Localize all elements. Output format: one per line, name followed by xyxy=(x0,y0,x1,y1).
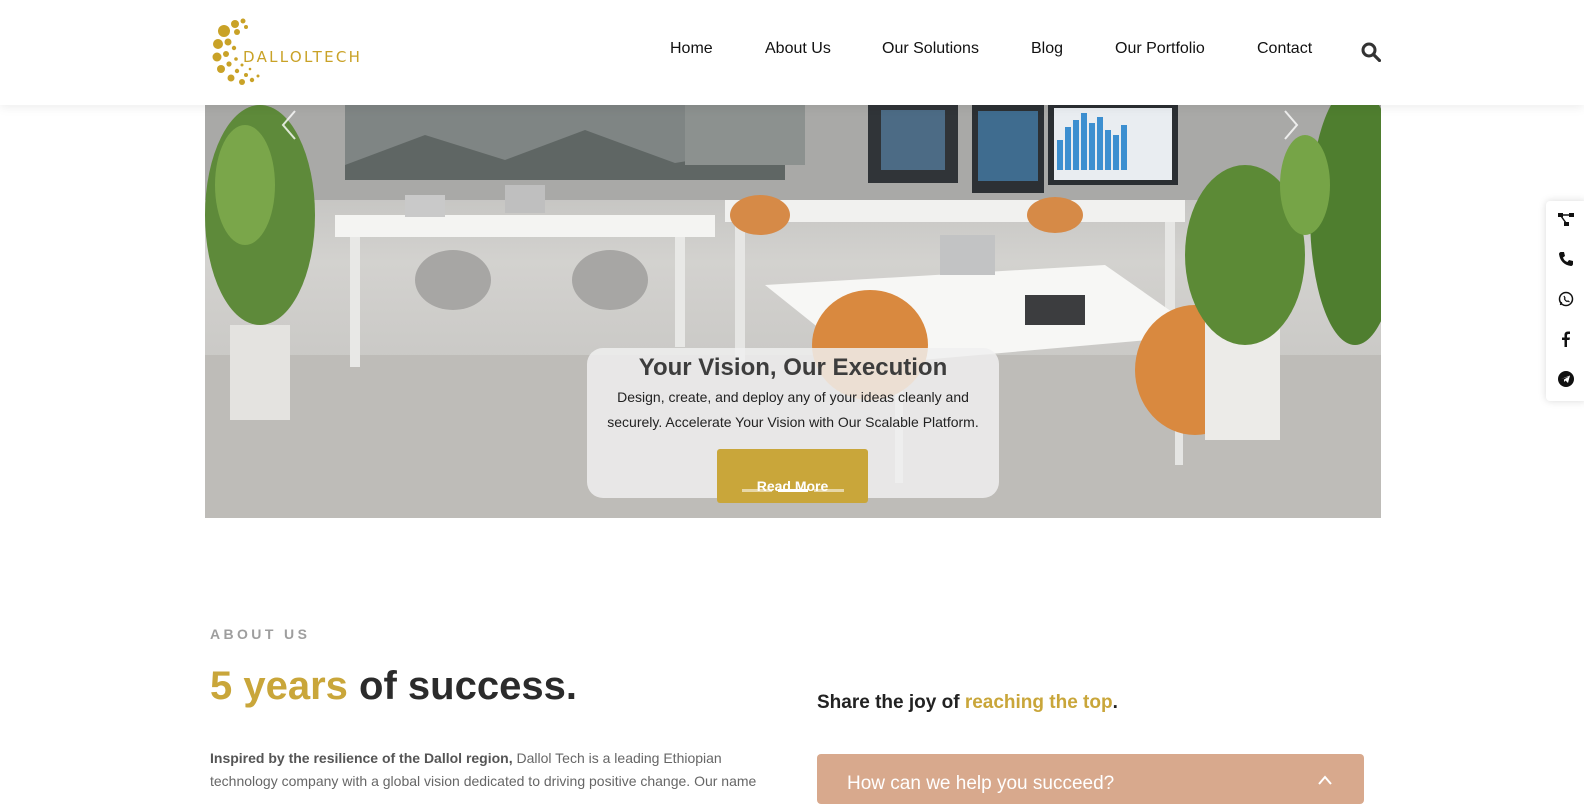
share-network-icon[interactable] xyxy=(1557,210,1575,228)
nav-contact[interactable]: Contact xyxy=(1257,40,1312,58)
chevron-up-icon[interactable] xyxy=(1317,774,1333,786)
about-heading-highlight: 5 years xyxy=(210,664,348,708)
carousel-next-icon[interactable] xyxy=(1275,105,1305,145)
hero-description: Design, create, and deploy any of your i… xyxy=(607,389,979,430)
nav-about-us[interactable]: About Us xyxy=(765,40,831,58)
site-header: DALLOLTECH Home About Us Our Solutions B… xyxy=(0,0,1584,105)
nav-our-solutions[interactable]: Our Solutions xyxy=(882,40,979,58)
search-icon[interactable] xyxy=(1361,42,1381,62)
phone-icon[interactable] xyxy=(1557,250,1575,268)
about-section-label: ABOUT US xyxy=(210,626,311,642)
whatsapp-icon[interactable] xyxy=(1557,290,1575,308)
hero-caption: Your Vision, Our Execution Design, creat… xyxy=(587,348,999,503)
share-heading-highlight: reaching the top xyxy=(964,692,1113,713)
dalloltech-logo[interactable]: DALLOLTECH xyxy=(212,18,362,88)
logo-wordmark: DALLOLTECH xyxy=(243,48,363,66)
carousel-prev-icon[interactable] xyxy=(275,105,305,145)
nav-blog[interactable]: Blog xyxy=(1031,40,1063,58)
hero-title: Your Vision, Our Execution xyxy=(638,354,948,381)
floating-social-bar xyxy=(1546,201,1584,401)
carousel-indicator-2[interactable] xyxy=(778,489,808,492)
hero-carousel: Your Vision, Our Execution Design, creat… xyxy=(205,105,1381,518)
nav-home[interactable]: Home xyxy=(670,40,713,58)
share-heading-prefix: Share the joy of xyxy=(817,692,965,713)
share-heading-suffix: . xyxy=(1112,692,1118,713)
telegram-icon[interactable] xyxy=(1557,370,1575,388)
faq-accordion-item[interactable]: How can we help you succeed? xyxy=(817,754,1364,804)
carousel-indicator-1[interactable] xyxy=(742,489,772,492)
nav-our-portfolio[interactable]: Our Portfolio xyxy=(1115,40,1205,58)
read-more-button[interactable]: Read More xyxy=(717,449,868,503)
facebook-icon[interactable] xyxy=(1557,330,1575,348)
about-paragraph-bold: Inspired by the resilience of the Dallol… xyxy=(210,750,513,766)
share-heading: Share the joy of reaching the top. xyxy=(817,692,1118,714)
accordion-title: How can we help you succeed? xyxy=(847,773,1115,794)
about-heading: 5 years of success. xyxy=(210,664,577,709)
about-paragraph: Inspired by the resilience of the Dallol… xyxy=(210,747,770,793)
carousel-indicator-3[interactable] xyxy=(814,489,844,492)
about-heading-rest: of success. xyxy=(347,664,577,708)
